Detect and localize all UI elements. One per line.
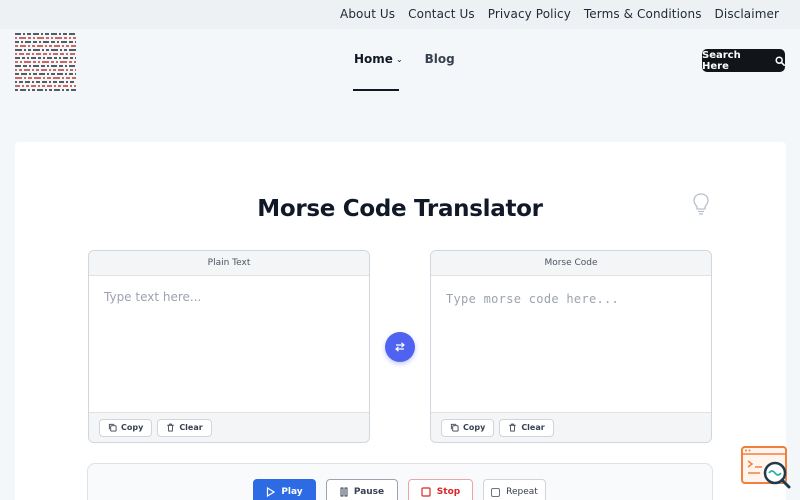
nav-home-label: Home bbox=[354, 52, 393, 66]
morse-code-header: Morse Code bbox=[431, 251, 711, 276]
swap-arrows-icon bbox=[395, 342, 405, 352]
search-button-label: Search Here bbox=[702, 49, 741, 72]
play-icon bbox=[267, 487, 276, 497]
copy-icon bbox=[108, 423, 117, 432]
play-label: Play bbox=[281, 487, 303, 497]
active-nav-indicator bbox=[353, 89, 399, 91]
morse-clear-button[interactable]: Clear bbox=[499, 418, 554, 437]
privacy-policy-link[interactable]: Privacy Policy bbox=[488, 7, 571, 21]
lightbulb-icon[interactable] bbox=[692, 192, 710, 216]
copy-icon bbox=[450, 423, 459, 432]
playback-controls bbox=[87, 463, 713, 500]
nav-home[interactable]: Home ⌄ bbox=[354, 52, 403, 66]
about-us-link[interactable]: About Us bbox=[340, 7, 395, 21]
pause-button[interactable]: Pause bbox=[326, 479, 398, 500]
stop-label: Stop bbox=[436, 487, 461, 497]
morse-code-panel: Morse Code Copy Clear bbox=[430, 250, 712, 443]
plain-clear-button[interactable]: Clear bbox=[157, 418, 212, 437]
plain-text-input[interactable] bbox=[89, 276, 369, 413]
plain-clear-label: Clear bbox=[179, 423, 203, 432]
checkbox-icon bbox=[491, 487, 501, 497]
terms-conditions-link[interactable]: Terms & Conditions bbox=[584, 7, 702, 21]
morse-code-input[interactable] bbox=[431, 276, 711, 413]
play-button[interactable]: Play bbox=[253, 479, 316, 500]
top-nav: About Us Contact Us Privacy Policy Terms… bbox=[340, 7, 779, 21]
stop-icon bbox=[421, 487, 431, 497]
repeat-label: Repeat bbox=[506, 487, 538, 497]
pause-label: Pause bbox=[353, 487, 385, 497]
code-search-widget-icon[interactable] bbox=[740, 445, 792, 491]
disclaimer-link[interactable]: Disclaimer bbox=[715, 7, 779, 21]
main-nav: Home ⌄ Blog bbox=[354, 52, 455, 66]
site-logo[interactable] bbox=[14, 31, 78, 91]
swap-button[interactable] bbox=[385, 332, 415, 362]
trash-icon bbox=[509, 423, 516, 432]
morse-code-footer: Copy Clear bbox=[431, 412, 711, 442]
page-title: Morse Code Translator bbox=[257, 196, 543, 222]
nav-blog[interactable]: Blog bbox=[425, 52, 455, 66]
morse-copy-button[interactable]: Copy bbox=[441, 418, 495, 437]
morse-clear-label: Clear bbox=[521, 423, 545, 432]
trash-icon bbox=[167, 423, 174, 432]
top-bar: About Us Contact Us Privacy Policy Terms… bbox=[0, 0, 800, 29]
pause-icon bbox=[340, 487, 348, 497]
stop-button[interactable]: Stop bbox=[408, 479, 473, 500]
plain-text-header: Plain Text bbox=[89, 251, 369, 276]
search-icon bbox=[775, 55, 785, 66]
repeat-toggle[interactable]: Repeat bbox=[483, 479, 546, 500]
morse-copy-label: Copy bbox=[463, 423, 486, 432]
search-button[interactable]: Search Here bbox=[702, 49, 785, 72]
plain-copy-label: Copy bbox=[121, 423, 144, 432]
chevron-down-icon: ⌄ bbox=[395, 54, 403, 64]
plain-text-panel: Plain Text Copy Clear bbox=[88, 250, 370, 443]
plain-text-footer: Copy Clear bbox=[89, 412, 369, 442]
contact-us-link[interactable]: Contact Us bbox=[408, 7, 475, 21]
plain-copy-button[interactable]: Copy bbox=[99, 418, 153, 437]
